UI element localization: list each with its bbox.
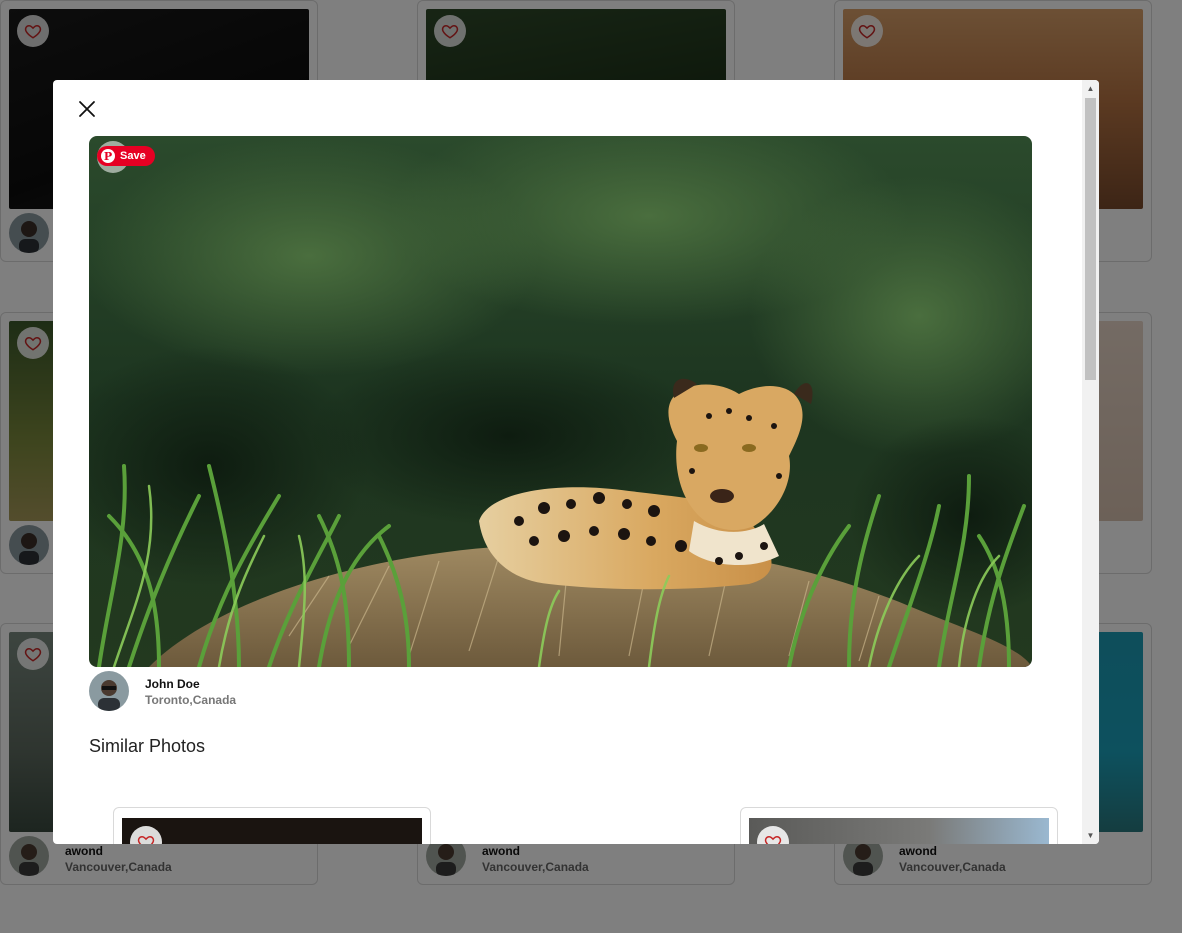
close-button[interactable] [75, 97, 99, 121]
scroll-down-arrow-icon[interactable]: ▼ [1082, 827, 1099, 844]
hero-photo[interactable]: P Save [89, 136, 1032, 667]
scrollbar-thumb[interactable] [1085, 98, 1096, 380]
jaguar-photo [89, 136, 1032, 667]
similar-photo-card[interactable] [113, 807, 431, 844]
similar-photos-heading: Similar Photos [89, 736, 206, 756]
pinterest-logo-icon: P [101, 149, 115, 163]
modal-scrollbar[interactable]: ▲ ▼ [1082, 80, 1099, 844]
scroll-up-arrow-icon[interactable]: ▲ [1082, 80, 1099, 97]
save-label: Save [120, 150, 146, 162]
author-name[interactable]: John Doe [145, 677, 200, 691]
photo-thumbnail[interactable] [749, 818, 1049, 844]
author-location: Toronto,Canada [145, 693, 237, 707]
photo-modal: P Save John Doe Toronto,Canada Similar P… [53, 80, 1099, 844]
pinterest-save-button[interactable]: P Save [97, 146, 155, 166]
author-avatar[interactable] [89, 671, 129, 711]
close-icon [79, 101, 95, 117]
photo-thumbnail[interactable] [122, 818, 422, 844]
heart-outline-icon [764, 835, 782, 844]
similar-photo-card[interactable] [740, 807, 1058, 844]
heart-outline-icon [137, 835, 155, 844]
